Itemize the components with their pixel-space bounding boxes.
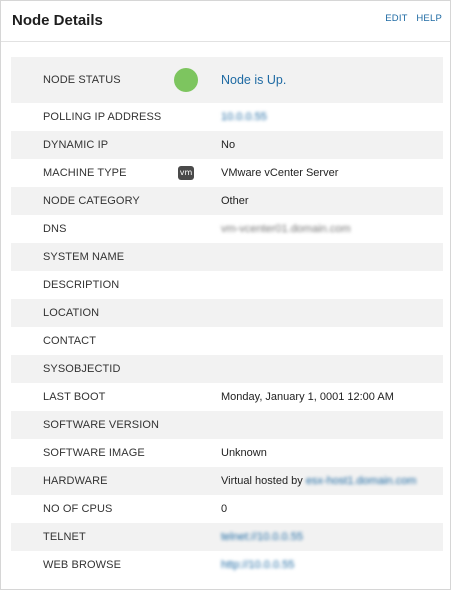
row-label: SOFTWARE VERSION: [43, 419, 160, 431]
row-label: HARDWARE: [43, 475, 108, 487]
row-label: NO OF CPUS: [43, 503, 113, 515]
row-label: LOCATION: [43, 307, 100, 319]
machine-type-value: VMware vCenter Server: [221, 167, 339, 179]
panel-header: Node Details EDIT HELP: [1, 1, 450, 42]
row-sysobjectid: SYSOBJECTID: [11, 355, 443, 383]
row-dns: DNS vm-vcenter01.domain.com: [11, 215, 443, 243]
row-node-status: NODE STATUS Node is Up.: [11, 57, 443, 103]
row-label: LAST BOOT: [43, 391, 106, 403]
vmware-icon: vm: [178, 166, 194, 180]
row-location: LOCATION: [11, 299, 443, 327]
row-label: MACHINE TYPE: [43, 167, 127, 179]
row-label: POLLING IP ADDRESS: [43, 111, 162, 123]
edit-link[interactable]: EDIT: [385, 13, 407, 24]
row-software-version: SOFTWARE VERSION: [11, 411, 443, 439]
row-label: NODE STATUS: [43, 74, 121, 86]
row-no-of-cpus: NO OF CPUS 0: [11, 495, 443, 523]
row-system-name: SYSTEM NAME: [11, 243, 443, 271]
row-label: SYSOBJECTID: [43, 363, 121, 375]
row-description: DESCRIPTION: [11, 271, 443, 299]
row-node-category: NODE CATEGORY Other: [11, 187, 443, 215]
row-telnet: TELNET telnet://10.0.0.55: [11, 523, 443, 551]
dynamic-ip-value: No: [221, 139, 236, 151]
row-contact: CONTACT: [11, 327, 443, 355]
help-link[interactable]: HELP: [416, 13, 442, 24]
row-polling-ip: POLLING IP ADDRESS 10.0.0.55: [11, 103, 443, 131]
web-browse-link[interactable]: http://10.0.0.55: [221, 551, 294, 579]
row-label: DYNAMIC IP: [43, 139, 109, 151]
row-last-boot: LAST BOOT Monday, January 1, 0001 12:00 …: [11, 383, 443, 411]
row-dynamic-ip: DYNAMIC IP No: [11, 131, 443, 159]
hardware-value: Virtual hosted by esx-host1.domain.com: [221, 467, 416, 495]
header-actions: EDIT HELP: [379, 13, 442, 24]
row-label: NODE CATEGORY: [43, 195, 140, 207]
hardware-prefix: Virtual hosted by: [221, 475, 303, 487]
row-machine-type: MACHINE TYPE vm VMware vCenter Server: [11, 159, 443, 187]
telnet-link[interactable]: telnet://10.0.0.55: [221, 523, 303, 551]
row-label: DESCRIPTION: [43, 279, 120, 291]
node-category-value: Other: [221, 195, 249, 207]
dns-value: vm-vcenter01.domain.com: [221, 223, 351, 235]
row-hardware: HARDWARE Virtual hosted by esx-host1.dom…: [11, 467, 443, 495]
row-label: CONTACT: [43, 335, 97, 347]
details-table: NODE STATUS Node is Up. POLLING IP ADDRE…: [11, 57, 443, 579]
row-software-image: SOFTWARE IMAGE Unknown: [11, 439, 443, 467]
status-up-dot-icon: [174, 68, 198, 92]
row-label: WEB BROWSE: [43, 559, 122, 571]
last-boot-value: Monday, January 1, 0001 12:00 AM: [221, 391, 394, 403]
row-label: SYSTEM NAME: [43, 251, 125, 263]
cpus-value: 0: [221, 503, 228, 515]
node-details-panel: Node Details EDIT HELP NODE STATUS Node …: [0, 0, 451, 590]
polling-ip-value[interactable]: 10.0.0.55: [221, 103, 267, 131]
row-label: DNS: [43, 223, 67, 235]
hardware-host-link[interactable]: esx-host1.domain.com: [306, 475, 417, 487]
row-label: SOFTWARE IMAGE: [43, 447, 145, 459]
row-web-browse: WEB BROWSE http://10.0.0.55: [11, 551, 443, 579]
node-status-value[interactable]: Node is Up.: [221, 57, 286, 103]
panel-title: Node Details: [12, 12, 103, 29]
software-image-value: Unknown: [221, 447, 267, 459]
row-label: TELNET: [43, 531, 86, 543]
